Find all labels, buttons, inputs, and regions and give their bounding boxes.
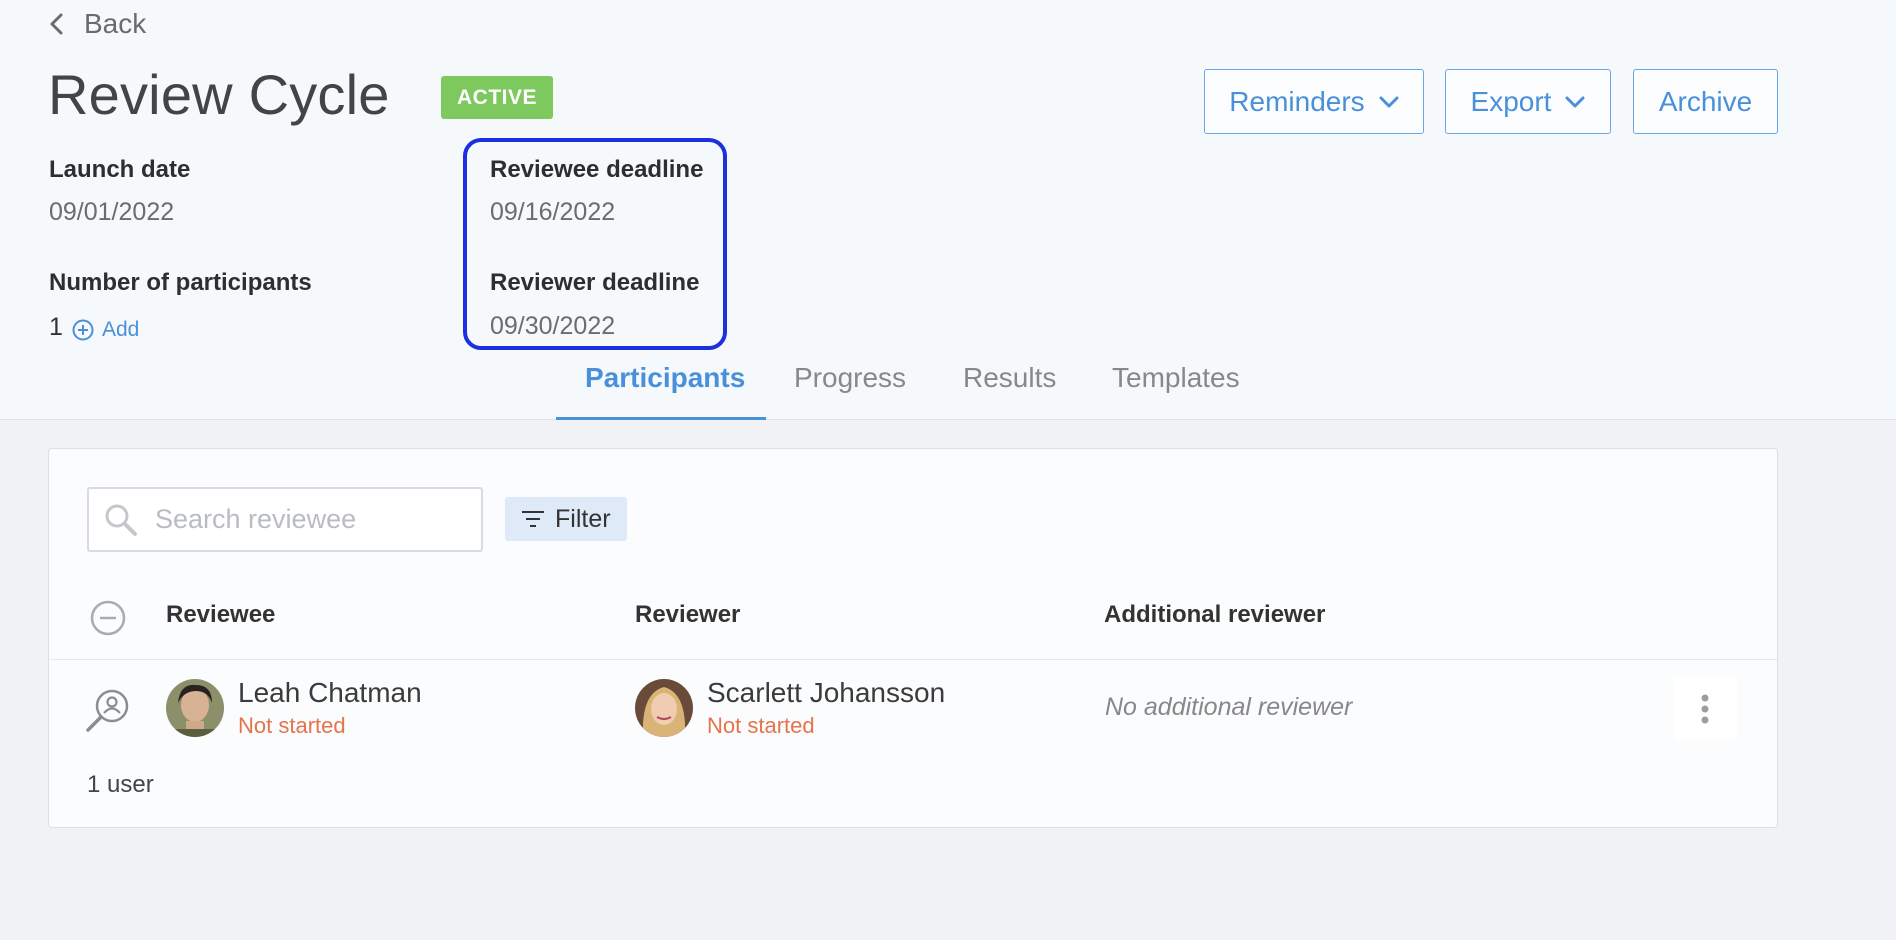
reviewee-status: Not started xyxy=(238,713,346,738)
tab-results[interactable]: Results xyxy=(963,362,1056,394)
status-badge: ACTIVE xyxy=(441,76,554,119)
column-header-reviewee: Reviewee xyxy=(166,601,276,628)
filter-icon xyxy=(522,511,544,527)
add-participant-link[interactable]: Add xyxy=(72,318,139,342)
reviewer-avatar xyxy=(635,679,693,737)
person-search-icon xyxy=(86,689,129,732)
page-title: Review Cycle xyxy=(48,63,390,126)
search-icon xyxy=(105,504,137,536)
back-label: Back xyxy=(84,8,147,39)
header-divider xyxy=(49,659,1777,660)
user-count: 1 user xyxy=(87,771,154,798)
header-area: Back Review Cycle ACTIVE Reminders Expor… xyxy=(0,0,1896,420)
plus-circle-icon xyxy=(72,319,94,341)
column-header-reviewer: Reviewer xyxy=(635,601,741,628)
deadlines-highlight xyxy=(463,138,727,350)
participants-count: 1 xyxy=(49,313,63,341)
tab-templates[interactable]: Templates xyxy=(1112,362,1240,394)
column-header-additional-reviewer: Additional reviewer xyxy=(1104,601,1326,628)
launch-date-label: Launch date xyxy=(49,156,191,183)
filter-button[interactable]: Filter xyxy=(505,497,627,541)
chevron-down-icon xyxy=(1379,96,1399,107)
export-label: Export xyxy=(1470,85,1552,117)
reviewer-status: Not started xyxy=(707,713,815,738)
launch-date-value: 09/01/2022 xyxy=(49,198,175,226)
view-reviewee-button[interactable] xyxy=(85,687,131,738)
select-all-checkbox[interactable] xyxy=(89,599,127,642)
archive-button[interactable]: Archive xyxy=(1633,69,1778,134)
export-button[interactable]: Export xyxy=(1445,69,1611,134)
reviewee-avatar xyxy=(166,679,224,737)
participants-card: Filter Reviewee Reviewer Additional revi… xyxy=(48,448,1778,828)
reminders-button[interactable]: Reminders xyxy=(1204,69,1424,134)
row-menu-button[interactable] xyxy=(1673,677,1737,741)
active-tab-indicator xyxy=(556,417,766,420)
reviewer-name: Scarlett Johansson xyxy=(707,677,946,708)
reviewee-name: Leah Chatman xyxy=(238,677,422,708)
filter-label: Filter xyxy=(555,504,611,533)
additional-reviewer-empty: No additional reviewer xyxy=(1105,693,1353,721)
minus-circle-icon xyxy=(90,600,126,636)
participants-label: Number of participants xyxy=(49,269,312,296)
archive-label: Archive xyxy=(1658,85,1753,117)
search-reviewee-input[interactable] xyxy=(153,503,453,536)
tab-participants[interactable]: Participants xyxy=(585,362,745,394)
back-link[interactable]: Back xyxy=(48,8,146,40)
reminders-label: Reminders xyxy=(1229,85,1365,117)
chevron-down-icon xyxy=(1565,96,1585,107)
add-label: Add xyxy=(102,318,140,341)
tab-progress[interactable]: Progress xyxy=(794,362,906,394)
more-vertical-icon xyxy=(1701,694,1709,724)
chevron-left-icon xyxy=(50,13,63,35)
search-reviewee-box[interactable] xyxy=(87,487,483,552)
